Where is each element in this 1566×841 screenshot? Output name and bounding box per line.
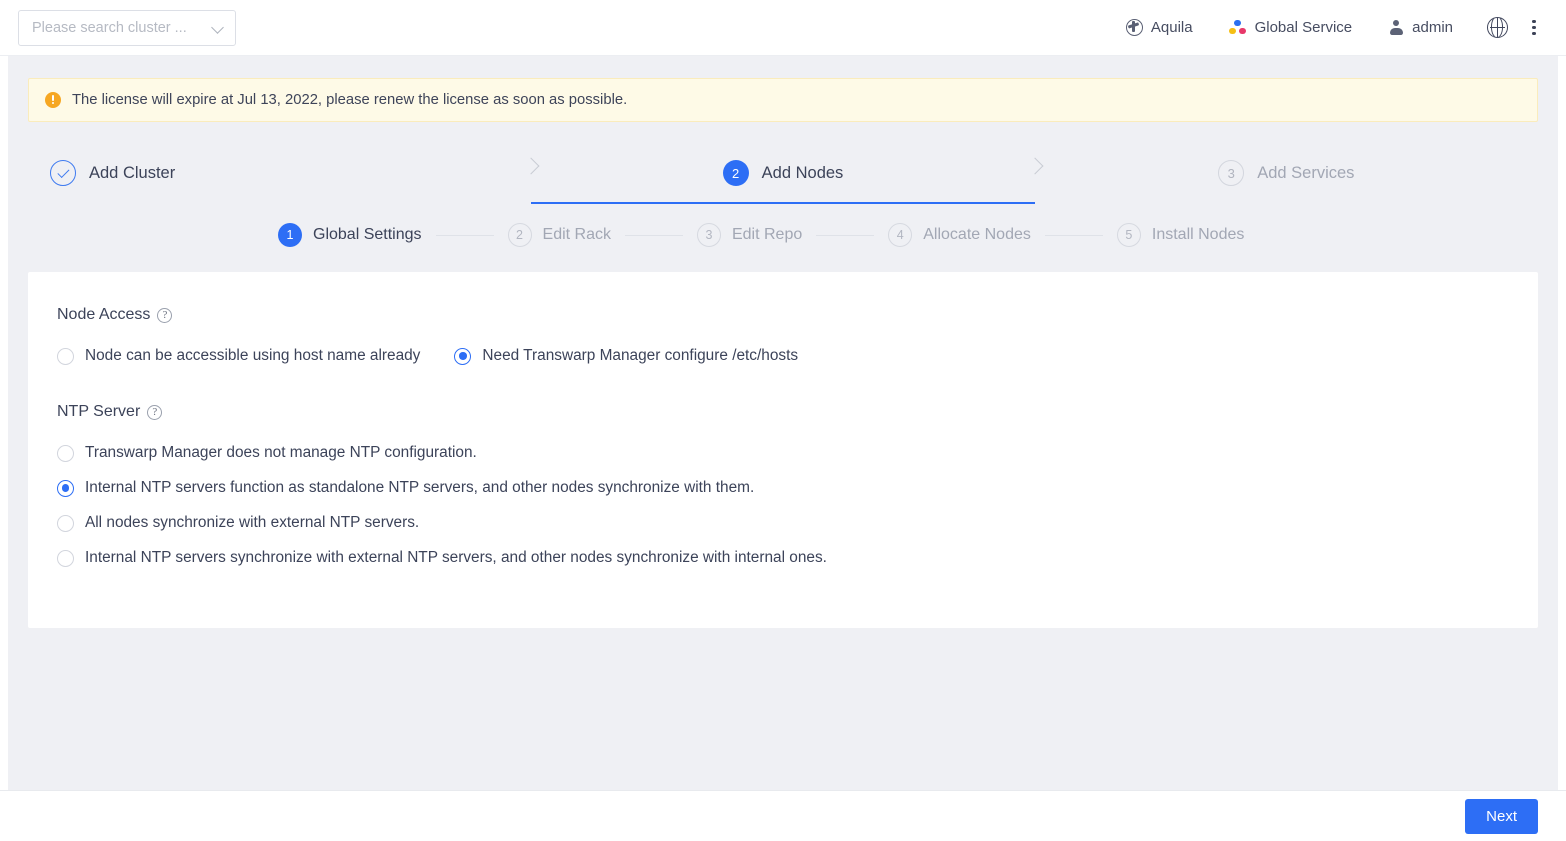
node-access-title: Node Access: [57, 306, 151, 323]
help-icon[interactable]: ?: [157, 307, 173, 323]
header-item-aquila[interactable]: Aquila: [1108, 19, 1211, 36]
header-item-global-service[interactable]: Global Service: [1211, 19, 1371, 36]
substep-edit-repo-label: Edit Repo: [731, 226, 803, 243]
license-warning-text: The license will expire at Jul 13, 2022,…: [72, 92, 628, 108]
substep-badge-number: 5: [1116, 223, 1141, 247]
language-button[interactable]: [1471, 17, 1524, 38]
radio-ntp-not-managed-label: Transwarp Manager does not manage NTP co…: [85, 444, 477, 461]
radio-indicator: [57, 514, 74, 532]
warning-icon: [45, 92, 61, 108]
wizard-step-add-services-label: Add Services: [1257, 163, 1355, 182]
radio-node-accessible-hostname-label: Node can be accessible using host name a…: [85, 347, 421, 364]
radio-indicator-selected: [57, 479, 74, 497]
header-actions: Aquila Global Service admin: [1108, 17, 1544, 38]
kebab-menu-icon[interactable]: [1524, 18, 1544, 38]
global-settings-card: Node Access ? Node can be accessible usi…: [28, 272, 1538, 628]
cluster-search-placeholder: Please search cluster ...: [32, 19, 187, 36]
radio-indicator: [57, 549, 74, 567]
wizard-step-add-nodes[interactable]: 2 Add Nodes: [531, 142, 1035, 204]
step-badge-number: 2: [722, 160, 749, 186]
radio-indicator: [57, 444, 74, 462]
top-header: Please search cluster ... Aquila Global …: [0, 0, 1566, 56]
chevron-down-icon: [212, 22, 224, 34]
radio-ntp-internal-sync-external[interactable]: Internal NTP servers synchronize with ex…: [57, 549, 1538, 567]
wizard-step-add-cluster[interactable]: Add Cluster: [28, 142, 531, 204]
radio-ntp-internal-standalone-label: Internal NTP servers function as standal…: [85, 479, 755, 496]
substep-connector: [624, 234, 683, 236]
radio-manager-configure-hosts[interactable]: Need Transwarp Manager configure /etc/ho…: [454, 347, 798, 365]
substep-badge-number: 2: [507, 223, 532, 247]
radio-ntp-all-external[interactable]: All nodes synchronize with external NTP …: [57, 514, 1538, 532]
step-badge-check-icon: [50, 160, 76, 186]
license-warning-banner: The license will expire at Jul 13, 2022,…: [28, 78, 1538, 122]
active-step-underline: [531, 201, 1035, 204]
substep-edit-rack[interactable]: 2 Edit Rack: [507, 223, 611, 247]
radio-ntp-not-managed[interactable]: Transwarp Manager does not manage NTP co…: [57, 444, 1538, 462]
substep-badge-number: 1: [278, 223, 302, 247]
wizard-step-add-nodes-label: Add Nodes: [761, 163, 844, 182]
radio-indicator: [57, 347, 74, 365]
substep-allocate-nodes[interactable]: 4 Allocate Nodes: [888, 223, 1031, 247]
substep-badge-number: 3: [696, 223, 721, 247]
node-access-options: Node can be accessible using host name a…: [57, 347, 1538, 365]
header-item-admin-label: admin: [1412, 19, 1453, 36]
app-root: Please search cluster ... Aquila Global …: [0, 0, 1566, 841]
substep-connector: [435, 234, 494, 236]
wizard-step-add-cluster-label: Add Cluster: [89, 163, 176, 182]
radio-indicator-selected: [454, 347, 472, 365]
ntp-server-title-row: NTP Server ?: [57, 403, 1538, 421]
ntp-server-title: NTP Server: [57, 403, 141, 420]
radio-ntp-internal-sync-external-label: Internal NTP servers synchronize with ex…: [85, 549, 827, 566]
wizard-step-add-services[interactable]: 3 Add Services: [1035, 142, 1538, 204]
page-footer: Next: [0, 790, 1566, 841]
substep-edit-repo[interactable]: 3 Edit Repo: [696, 223, 803, 247]
substep-install-nodes-label: Install Nodes: [1151, 226, 1245, 243]
global-service-icon: [1229, 19, 1247, 36]
radio-node-accessible-hostname[interactable]: Node can be accessible using host name a…: [57, 347, 420, 365]
ntp-server-options: Transwarp Manager does not manage NTP co…: [57, 444, 1538, 567]
globe-icon: [1487, 17, 1508, 38]
radio-ntp-all-external-label: All nodes synchronize with external NTP …: [85, 514, 420, 531]
wizard-sub-steps: 1 Global Settings 2 Edit Rack 3 Edit Rep…: [28, 208, 1538, 262]
cluster-search-select[interactable]: Please search cluster ...: [18, 9, 236, 46]
wizard-main-steps: Add Cluster 2 Add Nodes 3 Add Services: [28, 142, 1538, 204]
radio-manager-configure-hosts-label: Need Transwarp Manager configure /etc/ho…: [482, 347, 799, 364]
radio-ntp-internal-standalone[interactable]: Internal NTP servers function as standal…: [57, 479, 1538, 497]
header-item-admin[interactable]: admin: [1370, 19, 1471, 36]
substep-edit-rack-label: Edit Rack: [542, 226, 611, 243]
step-badge-number: 3: [1218, 160, 1245, 186]
aquila-icon: [1125, 19, 1143, 36]
substep-allocate-nodes-label: Allocate Nodes: [923, 226, 1031, 243]
substep-global-settings-label: Global Settings: [313, 226, 422, 243]
substep-install-nodes[interactable]: 5 Install Nodes: [1116, 223, 1245, 247]
node-access-title-row: Node Access ?: [57, 306, 1538, 324]
page-body: The license will expire at Jul 13, 2022,…: [8, 56, 1558, 790]
header-item-global-service-label: Global Service: [1254, 19, 1353, 36]
substep-badge-number: 4: [888, 223, 913, 247]
user-icon: [1388, 20, 1404, 36]
header-item-aquila-label: Aquila: [1150, 19, 1193, 36]
help-icon[interactable]: ?: [147, 404, 163, 420]
substep-connector: [1044, 234, 1103, 236]
substep-connector: [816, 234, 875, 236]
substep-global-settings[interactable]: 1 Global Settings: [278, 223, 422, 247]
next-button[interactable]: Next: [1465, 798, 1538, 834]
